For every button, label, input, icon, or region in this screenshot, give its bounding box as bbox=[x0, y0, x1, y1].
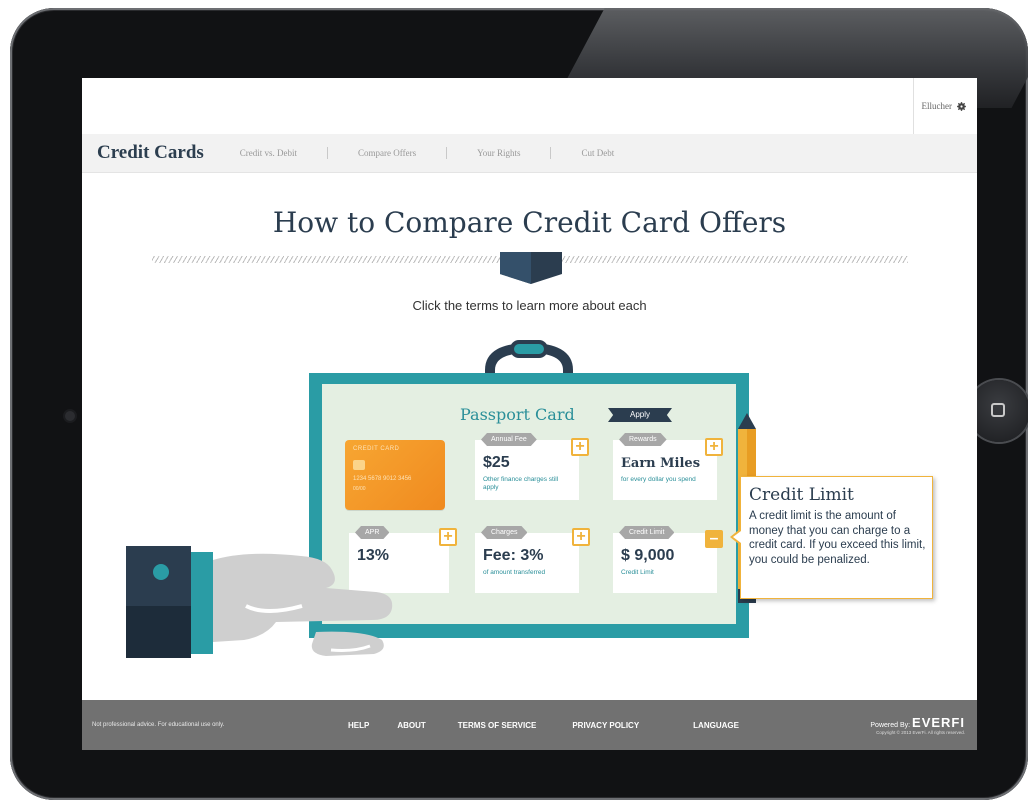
tooltip-title: Credit Limit bbox=[749, 485, 854, 505]
user-menu[interactable]: Ellucher bbox=[912, 78, 978, 134]
top-bar: Ellucher bbox=[82, 78, 977, 135]
credit-card-image: CREDIT CARD 1234 5678 9012 3456 00/00 bbox=[345, 440, 445, 510]
copyright-text: Copyright © 2013 EverFi. All rights rese… bbox=[876, 730, 965, 735]
term-annual-fee[interactable]: Annual Fee $25 Other finance charges sti… bbox=[475, 440, 579, 500]
term-tag: Charges bbox=[481, 526, 527, 539]
footer-terms-link[interactable]: TERMS OF SERVICE bbox=[458, 721, 537, 730]
nav-credit-vs-debit[interactable]: Credit vs. Debit bbox=[240, 148, 297, 158]
credit-card-number: 1234 5678 9012 3456 bbox=[353, 476, 412, 482]
section-title: Credit Cards bbox=[97, 142, 204, 163]
camera-icon bbox=[65, 411, 75, 421]
nav-cut-debt[interactable]: Cut Debt bbox=[581, 148, 614, 158]
section-nav: Credit Cards Credit vs. Debit Compare Of… bbox=[82, 134, 977, 173]
expand-charges-button[interactable]: + bbox=[572, 528, 590, 546]
term-tag: Credit Limit bbox=[619, 526, 674, 539]
term-note: Credit Limit bbox=[621, 569, 654, 576]
tooltip-body: A credit limit is the amount of money th… bbox=[749, 510, 926, 566]
nav-compare-offers[interactable]: Compare Offers bbox=[358, 148, 416, 158]
nav-your-rights[interactable]: Your Rights bbox=[477, 148, 520, 158]
nav-divider bbox=[446, 147, 448, 159]
collapse-credit-limit-button[interactable]: – bbox=[705, 530, 723, 548]
credit-card-expiry: 00/00 bbox=[353, 486, 366, 492]
powered-by: Powered By: EVERFI Copyright © 2013 Ever… bbox=[870, 715, 965, 735]
term-note: of amount transferred bbox=[483, 569, 546, 576]
hand-illustration bbox=[126, 546, 393, 658]
footer-language-link[interactable]: LANGUAGE bbox=[693, 721, 739, 730]
page-title: How to Compare Credit Card Offers bbox=[272, 206, 787, 239]
term-charges[interactable]: Charges Fee: 3% of amount transferred bbox=[475, 533, 579, 593]
footer-links: HELP ABOUT TERMS OF SERVICE PRIVACY POLI… bbox=[322, 721, 739, 730]
footer-disclaimer: Not professional advice. For educational… bbox=[92, 722, 225, 728]
term-note: Other finance charges still apply bbox=[483, 476, 559, 491]
footer: Not professional advice. For educational… bbox=[82, 700, 977, 750]
footer-privacy-link[interactable]: PRIVACY POLICY bbox=[572, 721, 639, 730]
expand-annual-fee-button[interactable]: + bbox=[571, 438, 589, 456]
footer-help-link[interactable]: HELP bbox=[348, 721, 369, 730]
term-tag: Annual Fee bbox=[481, 433, 537, 446]
home-button[interactable] bbox=[968, 380, 1028, 442]
powered-by-label: Powered By: bbox=[870, 722, 911, 729]
chevron-banner-icon bbox=[500, 252, 562, 284]
apply-button[interactable]: Apply bbox=[608, 408, 672, 422]
tablet-frame: Ellucher Credit Cards Credit vs. Debit C… bbox=[10, 8, 1028, 800]
home-button-icon bbox=[991, 403, 1005, 417]
nav-divider bbox=[550, 147, 552, 159]
term-rewards[interactable]: Rewards Earn Miles for every dollar you … bbox=[613, 440, 717, 500]
term-value: $25 bbox=[483, 454, 510, 471]
term-note: for every dollar you spend bbox=[621, 476, 696, 483]
user-name[interactable]: Ellucher bbox=[922, 101, 953, 111]
credit-card-label: CREDIT CARD bbox=[353, 446, 400, 452]
instructions-text: Click the terms to learn more about each bbox=[412, 298, 647, 313]
term-value: Fee: 3% bbox=[483, 547, 544, 564]
powered-by-line: Powered By: EVERFI bbox=[870, 715, 965, 730]
term-tag: Rewards bbox=[619, 433, 667, 446]
app-screen: Ellucher Credit Cards Credit vs. Debit C… bbox=[82, 78, 977, 750]
card-name: Passport Card bbox=[460, 405, 575, 424]
gear-icon[interactable] bbox=[956, 101, 967, 112]
credit-limit-tooltip: Credit Limit A credit limit is the amoun… bbox=[730, 476, 933, 599]
term-credit-limit[interactable]: Credit Limit $ 9,000 Credit Limit bbox=[613, 533, 717, 593]
expand-rewards-button[interactable]: + bbox=[705, 438, 723, 456]
nav-divider bbox=[327, 147, 329, 159]
chip-icon bbox=[353, 460, 365, 470]
term-value: $ 9,000 bbox=[621, 547, 675, 564]
title-divider-right bbox=[560, 256, 908, 263]
term-value: Earn Miles bbox=[621, 456, 701, 471]
title-divider-left bbox=[152, 256, 502, 263]
brand-logo[interactable]: EVERFI bbox=[912, 715, 965, 730]
footer-about-link[interactable]: ABOUT bbox=[397, 721, 425, 730]
